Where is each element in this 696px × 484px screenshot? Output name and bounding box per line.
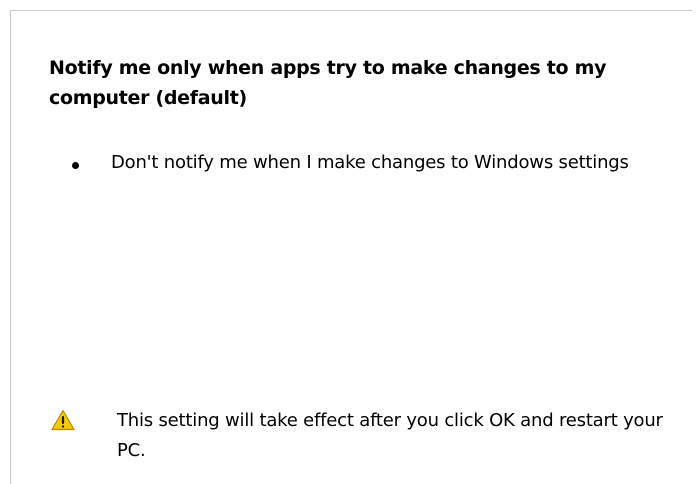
warning-text: This setting will take effect after you … — [117, 410, 663, 461]
bullet-dot-icon — [72, 162, 79, 169]
setting-description-heading: Notify me only when apps try to make cha… — [49, 57, 607, 109]
bullet-item-text: Don't notify me when I make changes to W… — [111, 152, 629, 173]
warning-triangle-icon — [51, 409, 75, 431]
description-panel: Notify me only when apps try to make cha… — [10, 10, 692, 484]
